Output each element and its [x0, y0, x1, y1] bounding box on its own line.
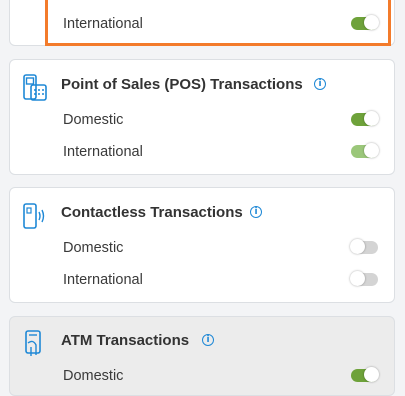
atm-card-title: ATM Transactions: [61, 332, 190, 349]
row-label-international: International: [63, 272, 143, 288]
toggle-knob: [364, 111, 379, 126]
toggle-knob: [350, 239, 365, 254]
row-label-domestic: Domestic: [63, 112, 124, 128]
row-label-domestic: Domestic: [63, 368, 124, 384]
international-toggle[interactable]: [351, 15, 379, 30]
pos-card: Point of Sales (POS) Transactions i Dome…: [9, 59, 395, 175]
pos-terminal-icon: [23, 74, 47, 101]
contactless-card: Contactless Transactions i Domestic Inte…: [9, 187, 395, 303]
atm-domestic-toggle[interactable]: [351, 367, 379, 382]
pos-domestic-toggle[interactable]: [351, 111, 379, 126]
international-card: International: [9, 0, 395, 46]
toggle-knob: [350, 271, 365, 286]
contactless-domestic-toggle[interactable]: [350, 239, 378, 254]
pos-card-title: Point of Sales (POS) Transactions: [61, 76, 303, 93]
contactless-card-title: Contactless Transactions: [61, 204, 243, 221]
atm-card: ATM Transactions i Domestic: [9, 316, 395, 396]
pos-international-toggle[interactable]: [351, 143, 379, 158]
row-label-international: International: [63, 144, 143, 160]
contactless-international-toggle[interactable]: [350, 271, 378, 286]
toggle-knob: [364, 15, 379, 30]
contactless-card-icon: [23, 203, 45, 229]
row-label-international: International: [63, 16, 143, 32]
info-icon[interactable]: i: [250, 206, 262, 218]
info-icon[interactable]: i: [314, 78, 326, 90]
info-icon[interactable]: i: [202, 334, 214, 346]
atm-icon: [25, 330, 41, 356]
toggle-knob: [364, 367, 379, 382]
toggle-knob: [364, 143, 379, 158]
row-label-domestic: Domestic: [63, 240, 124, 256]
